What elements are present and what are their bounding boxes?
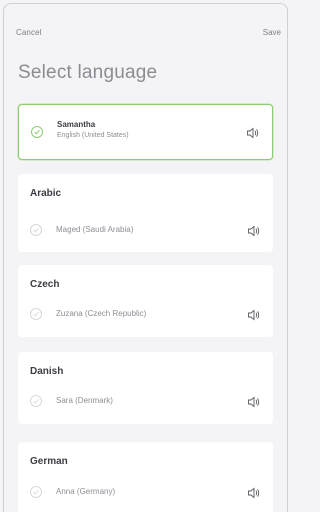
speaker-icon[interactable] bbox=[247, 224, 261, 237]
language-name: Arabic bbox=[30, 188, 62, 199]
speaker-icon[interactable] bbox=[247, 308, 261, 321]
top-bar: Cancel Save bbox=[4, 28, 287, 44]
check-circle-icon bbox=[30, 224, 42, 236]
language-name: German bbox=[30, 456, 68, 467]
language-name: Czech bbox=[30, 279, 60, 290]
cancel-button[interactable]: Cancel bbox=[16, 28, 42, 37]
check-circle-icon bbox=[31, 126, 43, 138]
voice-name: Maged (Saudi Arabia) bbox=[56, 225, 134, 234]
language-name: Danish bbox=[30, 366, 64, 377]
language-card-arabic[interactable]: Arabic Maged (Saudi Arabia) bbox=[18, 174, 273, 252]
language-card-czech[interactable]: Czech Zuzana (Czech Republic) bbox=[18, 265, 273, 337]
speaker-icon[interactable] bbox=[247, 395, 261, 408]
selected-voice-subtitle: English (United States) bbox=[57, 132, 129, 139]
voice-name: Sara (Denmark) bbox=[56, 396, 113, 405]
selected-voice-card[interactable]: Samantha English (United States) bbox=[18, 104, 273, 160]
page-title: Select language bbox=[18, 62, 158, 83]
voice-name: Zuzana (Czech Republic) bbox=[56, 309, 147, 318]
selected-voice-name: Samantha bbox=[57, 120, 96, 129]
check-circle-icon bbox=[30, 308, 42, 320]
check-circle-icon bbox=[30, 395, 42, 407]
language-card-german[interactable]: German Anna (Germany) bbox=[18, 442, 273, 512]
speaker-icon[interactable] bbox=[246, 126, 260, 139]
language-card-danish[interactable]: Danish Sara (Denmark) bbox=[18, 352, 273, 424]
voice-name: Anna (Germany) bbox=[56, 487, 116, 496]
check-circle-icon bbox=[30, 486, 42, 498]
app-frame: Cancel Save Select language Samantha Eng… bbox=[3, 3, 288, 512]
speaker-icon[interactable] bbox=[247, 486, 261, 499]
save-button[interactable]: Save bbox=[263, 28, 281, 37]
